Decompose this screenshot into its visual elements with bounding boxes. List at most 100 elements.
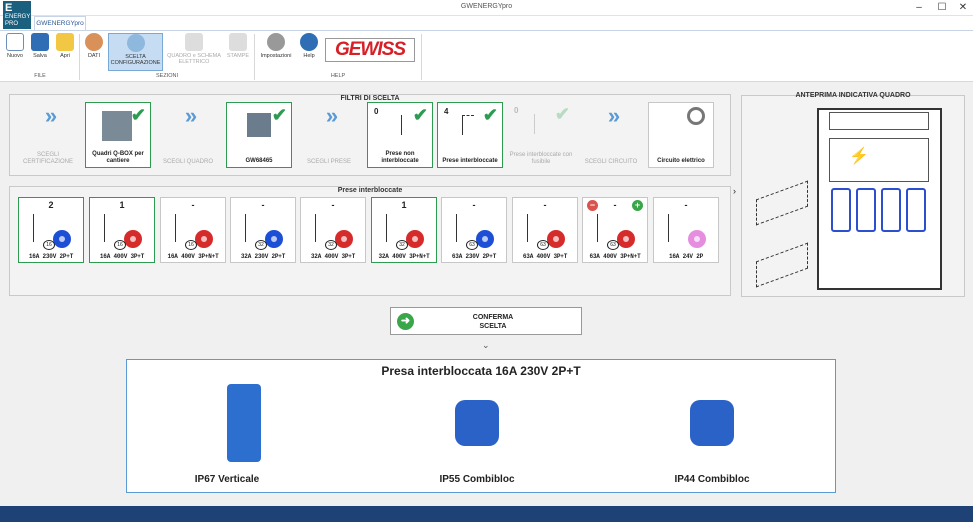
product-ip67[interactable]: IP67 Verticale <box>137 380 317 490</box>
app-logo[interactable]: E ENERGY PRO <box>3 1 31 29</box>
print-button[interactable]: STAMPE <box>225 33 251 71</box>
chevron-right-icon: » <box>325 103 338 128</box>
minus-button[interactable]: − <box>587 200 598 211</box>
socket-tile[interactable]: - 16A 24V 2P <box>653 197 719 263</box>
socket-tile[interactable]: 1 32 32A 400V 3P+N+T <box>371 197 437 263</box>
socket-tile[interactable]: -63 63A 400V 3P+N+T − + <box>582 197 648 263</box>
separator <box>254 34 255 80</box>
amperage-label: 16 <box>114 240 126 250</box>
data-button[interactable]: DATI <box>83 33 105 71</box>
circuit-search-icon <box>687 107 705 125</box>
plug-icon <box>195 230 213 248</box>
product-detail-panel: Presa interbloccata 16A 230V 2P+T IP67 V… <box>126 359 836 493</box>
separator <box>79 34 80 80</box>
breaker-area <box>829 138 929 182</box>
socket-symbol-icon <box>104 214 124 242</box>
socket-spec: 16A 400V 3P+N+T <box>167 253 219 260</box>
socket-count: - <box>191 200 195 210</box>
detail-title: Presa interbloccata 16A 230V 2P+T <box>381 364 581 378</box>
user-icon <box>85 33 103 51</box>
step-certificazione[interactable]: » SCEGLI CERTIFICAZIONE <box>15 102 81 168</box>
board-icon <box>247 113 271 137</box>
socket-count: 1 <box>401 200 407 210</box>
ribbon-tabs: GWENERGYpro <box>0 16 973 30</box>
socket-count: - <box>261 200 265 210</box>
group-sezioni: SEZIONI <box>155 73 178 79</box>
step-circuito[interactable]: » SCEGLI CIRCUITO <box>578 102 644 168</box>
chevron-down-icon[interactable]: ⌄ <box>482 340 490 351</box>
plug-icon <box>124 230 142 248</box>
socket-symbol-icon <box>534 114 546 134</box>
scelta-configurazione-button[interactable]: SCELTA CONFIGURAZIONE <box>108 33 163 71</box>
gear-icon <box>267 33 285 51</box>
step-qbox[interactable]: ✔ Quadri Q-BOX per cantiere <box>85 102 151 168</box>
socket-spec: 32A 230V 2P+T <box>240 253 286 260</box>
check-icon: ✔ <box>554 104 570 124</box>
check-icon: ✔ <box>482 105 498 125</box>
plug-icon <box>335 230 353 248</box>
step-prese[interactable]: » SCEGLI PRESE <box>296 102 362 168</box>
confirm-button[interactable]: ➜ CONFERMA SCELTA <box>390 307 582 335</box>
minimize-button[interactable]: – <box>911 1 927 14</box>
title-bar: GWENERGYpro – ☐ ✕ <box>0 0 973 16</box>
socket-count: - <box>543 200 547 210</box>
socket-symbol-icon <box>245 214 265 242</box>
vertical-scrollbar[interactable] <box>958 95 966 475</box>
socket-spec: 16A 400V 3P+T <box>99 253 145 260</box>
open-button[interactable]: Apri <box>54 33 76 71</box>
quadro-schema-button[interactable]: QUADRO e SCHEMA ELETTRICO <box>166 33 222 71</box>
plug-icon <box>547 230 565 248</box>
product-ip55[interactable]: IP55 Combibloc <box>387 380 567 490</box>
step-quadro[interactable]: » SCEGLI QUADRO <box>155 102 221 168</box>
close-button[interactable]: ✕ <box>955 1 971 14</box>
socket-product-image <box>690 400 734 446</box>
socket-tile[interactable]: - 63 63A 400V 3P+T <box>512 197 578 263</box>
socket-symbol-icon <box>401 115 402 135</box>
folder-icon <box>56 33 74 51</box>
socket-tile[interactable]: 1 16 16A 400V 3P+T <box>89 197 155 263</box>
amperage-label: 63 <box>607 240 619 250</box>
help-icon <box>300 33 318 51</box>
socket-symbol-icon <box>527 214 547 242</box>
check-icon: ✔ <box>412 105 428 125</box>
save-button[interactable]: Salva <box>29 33 51 71</box>
amperage-label: 32 <box>255 240 267 250</box>
help-button[interactable]: Help <box>297 33 321 71</box>
socket-symbol-icon <box>33 214 53 242</box>
step-prese-non-interbloccate[interactable]: 0 ✔ Prese non interbloccate <box>367 102 433 168</box>
group-help: HELP <box>330 73 346 79</box>
plug-icon <box>476 230 494 248</box>
socket-tile[interactable]: - 32 32A 400V 3P+T <box>300 197 366 263</box>
socket-product-image <box>455 400 499 446</box>
expand-arrow[interactable]: › <box>733 186 736 196</box>
chevron-right-icon: » <box>607 103 620 128</box>
lightning-icon: ⚡ <box>849 148 869 165</box>
socket-count: - <box>472 200 476 210</box>
step-prese-fusibile[interactable]: 0 ✔ Prese interbloccate con fusibile <box>508 102 574 168</box>
tab-gwenergypro[interactable]: GWENERGYpro <box>34 16 86 30</box>
socket-tile[interactable]: - 32 32A 230V 2P+T <box>230 197 296 263</box>
socket-symbol-icon <box>386 214 406 242</box>
socket-tile[interactable]: 2 16 16A 230V 2P+T <box>18 197 84 263</box>
cabinet-icon <box>102 111 132 141</box>
step-circuito-elettrico[interactable]: Circuito elettrico <box>648 102 714 168</box>
plus-button[interactable]: + <box>632 200 643 211</box>
chevron-right-icon: » <box>44 103 57 128</box>
product-ip44[interactable]: IP44 Combibloc <box>622 380 802 490</box>
socket-spec: 63A 400V 3P+T <box>522 253 568 260</box>
step-gw68465[interactable]: ✔ GW68465 <box>226 102 292 168</box>
socket-symbol-icon <box>668 214 688 242</box>
maximize-button[interactable]: ☐ <box>934 1 950 14</box>
board-preview: ⚡ <box>817 108 942 290</box>
socket-symbol-icon <box>456 214 476 242</box>
step-prese-interbloccate[interactable]: 4 ✔ Prese interbloccate <box>437 102 503 168</box>
socket-count: - <box>684 200 688 210</box>
socket-count: 1 <box>119 200 125 210</box>
window-title: GWENERGYpro <box>460 3 513 10</box>
save-icon <box>31 33 49 51</box>
settings-button[interactable]: Impostazioni <box>258 33 294 71</box>
socket-tile[interactable]: - 63 63A 230V 2P+T <box>441 197 507 263</box>
new-button[interactable]: Nuovo <box>4 33 26 71</box>
socket-spec: 32A 400V 3P+N+T <box>378 253 430 260</box>
socket-tile[interactable]: - 16 16A 400V 3P+N+T <box>160 197 226 263</box>
